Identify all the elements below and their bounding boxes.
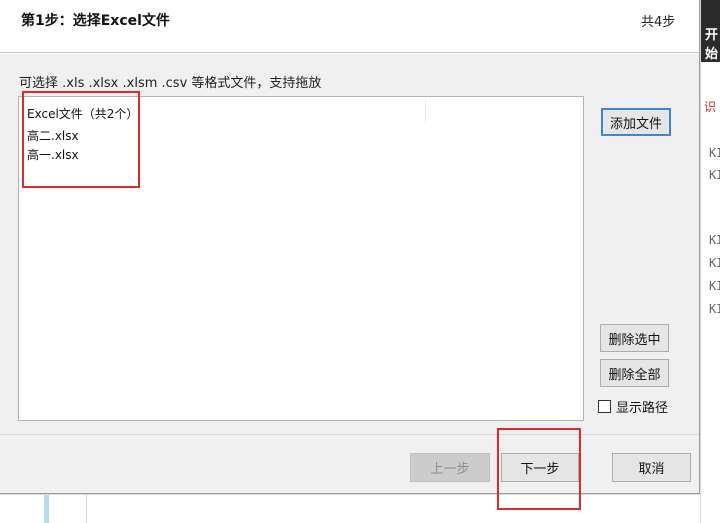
step-title: 第1步：选择Excel文件 [21, 13, 170, 29]
show-path-label: 显示路径 [616, 401, 669, 416]
background-row-text: KI [709, 146, 720, 160]
background-window-edge: 开始 识 KI KI KI KI KI KI [700, 0, 720, 523]
background-ribbon-text: 开始 [705, 28, 719, 62]
next-step-button[interactable]: 下一步 [501, 453, 579, 482]
cancel-button[interactable]: 取消 [612, 453, 691, 482]
file-list-header: Excel文件（共2个） [27, 107, 139, 121]
show-path-checkbox[interactable] [598, 400, 611, 413]
background-row-text: KI [709, 279, 720, 293]
background-row-text: KI [709, 233, 720, 247]
file-type-hint: 可选择 .xls .xlsx .xlsm .csv 等格式文件，支持拖放 [19, 76, 322, 91]
file-list-item[interactable]: 高二.xlsx [27, 127, 79, 144]
background-divider [86, 495, 87, 523]
background-bottom-area [0, 494, 700, 523]
delete-selected-button[interactable]: 删除选中 [600, 324, 669, 352]
show-path-option[interactable]: 显示路径 [598, 397, 668, 416]
previous-step-button[interactable]: 上一步 [410, 453, 490, 482]
background-row-text: KI [709, 302, 720, 316]
step-count: 共4步 [641, 15, 676, 30]
dialog-footer: 上一步 下一步 取消 [0, 434, 699, 493]
background-red-text: 识 [704, 100, 717, 114]
background-scroll-bar [44, 495, 49, 523]
file-list-box[interactable]: Excel文件（共2个） 高二.xlsx 高一.xlsx [18, 96, 584, 421]
add-file-button[interactable]: 添加文件 [601, 108, 671, 136]
list-column-divider [425, 99, 426, 124]
dialog-header: 第1步：选择Excel文件 共4步 [0, 0, 699, 53]
background-ribbon: 开始 [701, 0, 720, 62]
background-row-text: KI [709, 256, 720, 270]
background-row-text: KI [709, 168, 720, 182]
dialog-body: 可选择 .xls .xlsx .xlsm .csv 等格式文件，支持拖放 Exc… [0, 54, 699, 434]
wizard-dialog: 第1步：选择Excel文件 共4步 可选择 .xls .xlsx .xlsm .… [0, 0, 700, 494]
delete-all-button[interactable]: 删除全部 [600, 359, 669, 387]
file-list-item[interactable]: 高一.xlsx [27, 146, 79, 163]
